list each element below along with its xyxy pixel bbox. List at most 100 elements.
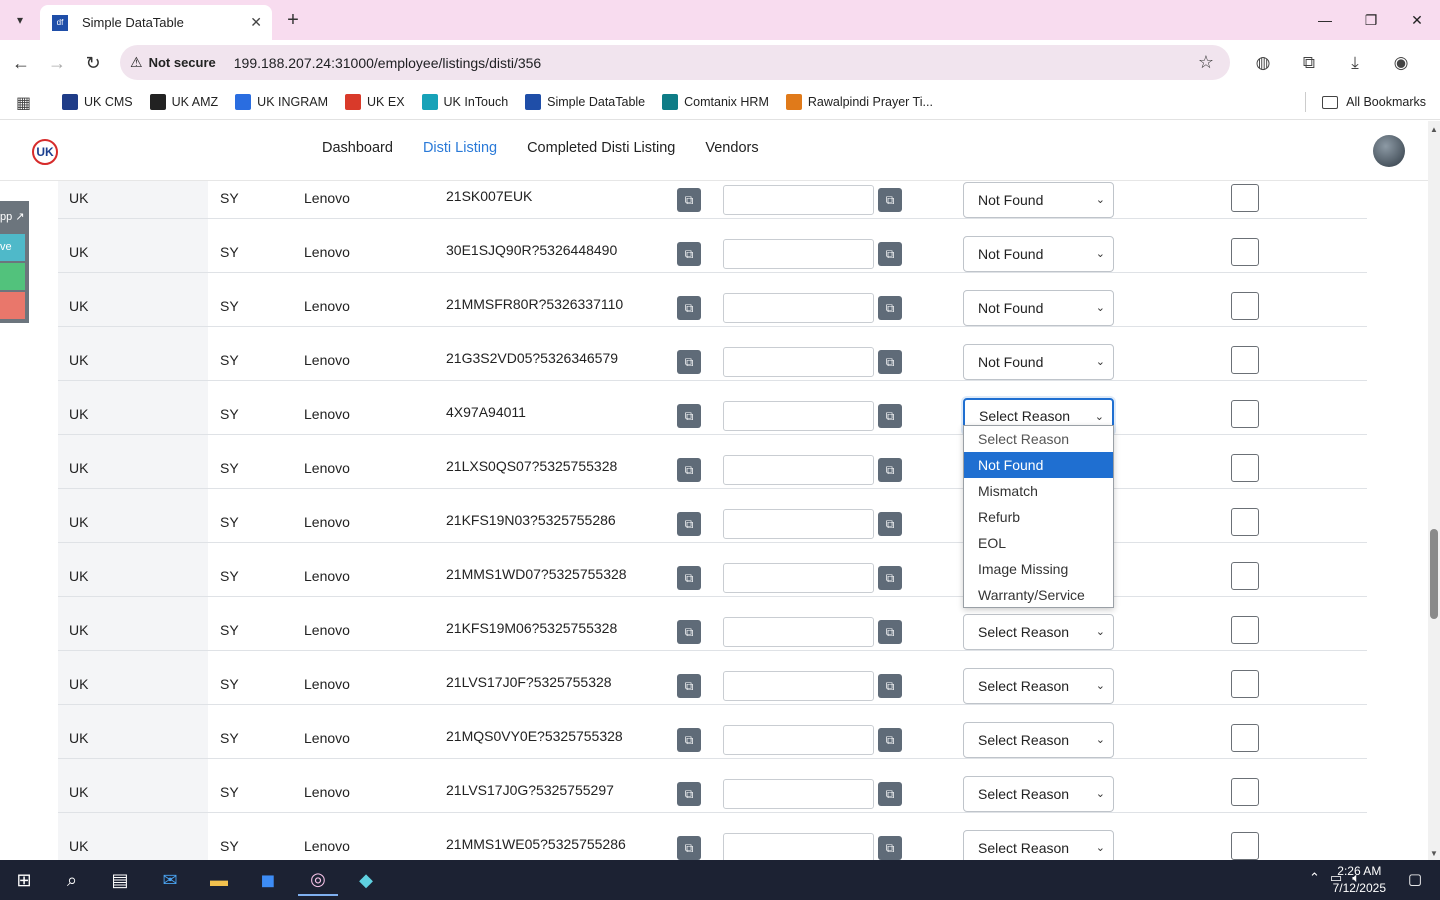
bookmark-item[interactable]: Simple DataTable (525, 92, 645, 112)
nav-link-completed-disti-listing[interactable]: Completed Disti Listing (527, 140, 675, 156)
extensions-icon[interactable]: ⧉ (1286, 50, 1332, 76)
paste-button[interactable]: ⧉ (878, 188, 902, 212)
scrollbar-thumb[interactable] (1430, 529, 1438, 619)
scroll-up-icon[interactable]: ▲ (1430, 125, 1438, 134)
side-button-green[interactable] (0, 263, 25, 290)
row-checkbox[interactable] (1231, 724, 1259, 752)
close-tab-icon[interactable]: ✕ (250, 14, 262, 31)
bookmark-item[interactable]: UK INGRAM (235, 92, 328, 112)
back-icon[interactable]: ← (8, 50, 34, 76)
tray-chevron-icon[interactable]: ⌃ (1309, 870, 1320, 886)
bookmark-star-icon[interactable]: ☆ (1198, 52, 1214, 73)
nav-link-dashboard[interactable]: Dashboard (322, 140, 393, 156)
copy-sku-button[interactable]: ⧉ (677, 728, 701, 752)
warning-icon[interactable]: ⚠ (130, 54, 143, 71)
listing-input[interactable] (723, 347, 874, 377)
scroll-down-icon[interactable]: ▼ (1430, 849, 1438, 858)
paste-button[interactable]: ⧉ (878, 458, 902, 482)
page-scrollbar[interactable]: ▲ ▼ (1428, 121, 1440, 860)
bookmark-item[interactable]: UK AMZ (149, 92, 218, 112)
side-button-save[interactable]: ve (0, 234, 25, 261)
paste-button[interactable]: ⧉ (878, 566, 902, 590)
bookmark-item[interactable]: UK CMS (62, 92, 133, 112)
reload-icon[interactable]: ↻ (80, 50, 106, 76)
side-button-app[interactable]: pp ↗ (0, 206, 25, 228)
row-checkbox[interactable] (1231, 670, 1259, 698)
copy-sku-button[interactable]: ⧉ (677, 836, 701, 860)
translate-icon[interactable]: ◍ (1240, 50, 1286, 76)
paste-button[interactable]: ⧉ (878, 242, 902, 266)
listing-input[interactable] (723, 563, 874, 593)
listing-input[interactable] (723, 293, 874, 323)
url-text[interactable]: 199.188.207.24:31000/employee/listings/d… (234, 55, 541, 71)
reason-option[interactable]: Not Found (964, 452, 1113, 478)
browser-tab[interactable]: df Simple DataTable ✕ (40, 5, 272, 40)
listing-input[interactable] (723, 455, 874, 485)
row-checkbox[interactable] (1231, 508, 1259, 536)
copy-sku-button[interactable]: ⧉ (677, 188, 701, 212)
minimize-icon[interactable]: — (1302, 0, 1348, 40)
row-checkbox[interactable] (1231, 778, 1259, 806)
row-checkbox[interactable] (1231, 562, 1259, 590)
all-bookmarks-button[interactable]: All Bookmarks (1305, 92, 1426, 112)
listing-input[interactable] (723, 617, 874, 647)
copy-sku-button[interactable]: ⧉ (677, 242, 701, 266)
row-checkbox[interactable] (1231, 292, 1259, 320)
row-checkbox[interactable] (1231, 832, 1259, 860)
profile-icon[interactable]: ◉ (1378, 50, 1424, 76)
close-window-icon[interactable]: ✕ (1394, 0, 1440, 40)
reason-select[interactable]: Select Reason ⌄ (963, 614, 1114, 650)
copy-sku-button[interactable]: ⧉ (677, 674, 701, 698)
address-bar[interactable]: ⚠ Not secure 199.188.207.24:31000/employ… (120, 45, 1230, 80)
listing-input[interactable] (723, 509, 874, 539)
bookmark-item[interactable]: Rawalpindi Prayer Ti... (785, 92, 933, 112)
side-button-red[interactable] (0, 292, 25, 319)
reason-option[interactable]: Refurb (964, 504, 1113, 530)
chrome-icon[interactable]: ◎ (298, 864, 338, 896)
nav-link-disti-listing[interactable]: Disti Listing (423, 140, 497, 156)
copy-sku-button[interactable]: ⧉ (677, 566, 701, 590)
apps-grid-icon[interactable]: ▦ (16, 93, 31, 113)
reason-option[interactable]: Mismatch (964, 478, 1113, 504)
file-explorer-icon[interactable]: ▬ (199, 864, 239, 896)
outlook-icon[interactable]: ✉ (150, 864, 190, 896)
copy-sku-button[interactable]: ⧉ (677, 782, 701, 806)
uk-logo[interactable]: UK (32, 139, 58, 165)
forward-icon[interactable]: → (44, 50, 70, 76)
download-icon[interactable]: ⤓ (1332, 50, 1378, 76)
reason-option[interactable]: EOL (964, 530, 1113, 556)
listing-input[interactable] (723, 185, 874, 215)
listing-input[interactable] (723, 671, 874, 701)
copy-sku-button[interactable]: ⧉ (677, 404, 701, 428)
new-tab-icon[interactable]: + (282, 9, 304, 31)
zoom-icon[interactable]: ◼ (248, 864, 288, 896)
bookmark-item[interactable]: Comtanix HRM (662, 92, 769, 112)
row-checkbox[interactable] (1231, 346, 1259, 374)
reason-option[interactable]: Image Missing (964, 556, 1113, 582)
restore-icon[interactable]: ❐ (1348, 0, 1394, 40)
copy-sku-button[interactable]: ⧉ (677, 512, 701, 536)
taskbar-clock[interactable]: 2:26 AM 7/12/2025 (1333, 863, 1386, 897)
reason-select[interactable]: Select Reason ⌄ (963, 668, 1114, 704)
not-secure-label[interactable]: Not secure (149, 55, 216, 70)
row-checkbox[interactable] (1231, 184, 1259, 212)
row-checkbox[interactable] (1231, 616, 1259, 644)
copy-sku-button[interactable]: ⧉ (677, 620, 701, 644)
reason-select[interactable]: Select Reason ⌄ (963, 830, 1114, 860)
paste-button[interactable]: ⧉ (878, 674, 902, 698)
listing-input[interactable] (723, 401, 874, 431)
listing-input[interactable] (723, 725, 874, 755)
listing-input[interactable] (723, 833, 874, 860)
bookmark-item[interactable]: UK InTouch (421, 92, 508, 112)
tab-search-menu-icon[interactable]: ▾ (6, 8, 34, 32)
paste-button[interactable]: ⧉ (878, 350, 902, 374)
search-icon[interactable]: ⌕ (52, 864, 92, 896)
start-icon[interactable]: ⊞ (4, 864, 44, 896)
paste-button[interactable]: ⧉ (878, 296, 902, 320)
paste-button[interactable]: ⧉ (878, 404, 902, 428)
bookmark-item[interactable]: UK EX (345, 92, 405, 112)
nav-link-vendors[interactable]: Vendors (705, 140, 758, 156)
reason-select[interactable]: Not Found ⌄ (963, 290, 1114, 326)
paste-button[interactable]: ⧉ (878, 836, 902, 860)
reason-select[interactable]: Not Found ⌄ (963, 182, 1114, 218)
